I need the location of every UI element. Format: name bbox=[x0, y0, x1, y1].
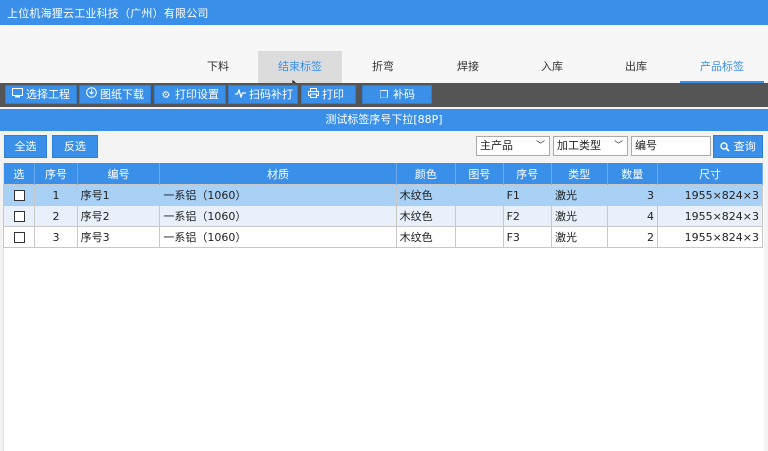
row-checkbox[interactable] bbox=[13, 232, 25, 243]
nav-bar: 下料 结束标签 折弯 焊接 入库 出库 产品标签 bbox=[0, 25, 768, 83]
col-drawing[interactable]: 图号 bbox=[455, 163, 504, 185]
cell-seq: 3 bbox=[34, 226, 78, 248]
query-label: 查询 bbox=[733, 140, 756, 153]
col-seq[interactable]: 序号 bbox=[34, 163, 78, 185]
scan-reprint-button[interactable]: 扫码补打 bbox=[228, 85, 298, 104]
code-search-input[interactable]: 编号 bbox=[631, 136, 711, 156]
tab-stock-in[interactable]: 入库 bbox=[524, 51, 580, 83]
code-search-placeholder: 编号 bbox=[635, 139, 657, 152]
tab-product-label[interactable]: 产品标签 bbox=[680, 51, 764, 83]
col-color[interactable]: 颜色 bbox=[396, 163, 457, 185]
chevron-down-icon: ﹀ bbox=[613, 141, 623, 151]
print-settings-button[interactable]: ⚙ 打印设置 bbox=[154, 85, 226, 104]
code-icon: ❐ bbox=[379, 90, 389, 101]
cell-size: 1955×824×3 bbox=[656, 184, 764, 206]
cell-color: 木纹色 bbox=[395, 184, 457, 206]
product-type-select[interactable]: 主产品 ﹀ bbox=[476, 136, 550, 156]
cell-qty: 2 bbox=[606, 226, 658, 248]
cell-seq: 2 bbox=[34, 205, 78, 227]
page-subtitle: 测试标签序号下拉[88P] bbox=[0, 109, 768, 131]
download-icon bbox=[84, 87, 98, 104]
print-settings-label: 打印设置 bbox=[175, 88, 219, 101]
tab-bending[interactable]: 折弯 bbox=[355, 51, 411, 83]
window-title: 上位机海狸云工业科技（广州）有限公司 bbox=[7, 7, 209, 20]
col-size[interactable]: 尺寸 bbox=[657, 163, 764, 185]
cell-no: F2 bbox=[502, 205, 553, 227]
cell-material: 一系铝（1060） bbox=[159, 205, 397, 227]
select-project-button[interactable]: 选择工程 bbox=[5, 85, 77, 104]
col-qty[interactable]: 数量 bbox=[607, 163, 658, 185]
tab-end-label[interactable]: 结束标签 bbox=[258, 51, 342, 83]
cell-material: 一系铝（1060） bbox=[159, 226, 397, 248]
filter-bar: 全选 反选 主产品 ﹀ 加工类型 ﹀ 编号 查询 bbox=[0, 131, 768, 161]
pulse-icon bbox=[233, 87, 247, 104]
cell-drawing bbox=[455, 205, 504, 227]
gear-icon: ⚙ bbox=[161, 90, 171, 101]
cell-no: F1 bbox=[502, 184, 553, 206]
reprint-code-label: 补码 bbox=[393, 88, 415, 101]
tab-cutting[interactable]: 下料 bbox=[190, 51, 246, 83]
tab-welding[interactable]: 焊接 bbox=[440, 51, 496, 83]
cell-size: 1955×824×3 bbox=[656, 226, 764, 248]
col-material[interactable]: 材质 bbox=[159, 163, 397, 185]
cell-color: 木纹色 bbox=[395, 205, 457, 227]
cell-material: 一系铝（1060） bbox=[159, 184, 397, 206]
toolbar: 选择工程 图纸下载 ⚙ 打印设置 扫码补打 打印 ❐ 补码 bbox=[0, 83, 768, 107]
search-icon bbox=[720, 140, 734, 153]
table-header: 选 序号 编号 材质 颜色 图号 序号 类型 数量 尺寸 bbox=[3, 163, 764, 185]
cell-size: 1955×824×3 bbox=[656, 205, 764, 227]
cell-code: 序号1 bbox=[76, 184, 161, 206]
process-type-select[interactable]: 加工类型 ﹀ bbox=[553, 136, 628, 156]
chevron-down-icon: ﹀ bbox=[535, 141, 545, 151]
scan-reprint-label: 扫码补打 bbox=[249, 88, 293, 101]
tab-stock-out[interactable]: 出库 bbox=[608, 51, 664, 83]
monitor-icon bbox=[10, 87, 24, 104]
process-type-value: 加工类型 bbox=[557, 139, 601, 152]
select-all-button[interactable]: 全选 bbox=[4, 135, 47, 158]
download-drawing-button[interactable]: 图纸下载 bbox=[79, 85, 151, 104]
query-button[interactable]: 查询 bbox=[713, 135, 763, 158]
cell-type: 激光 bbox=[551, 226, 608, 248]
invert-selection-button[interactable]: 反选 bbox=[52, 135, 98, 158]
col-code[interactable]: 编号 bbox=[77, 163, 161, 185]
cell-no: F3 bbox=[502, 226, 553, 248]
print-button[interactable]: 打印 bbox=[301, 85, 356, 104]
table-row[interactable]: 2 序号2 一系铝（1060） 木纹色 F2 激光 4 1955×824×3 bbox=[2, 205, 764, 227]
cell-type: 激光 bbox=[551, 205, 608, 227]
printer-icon bbox=[306, 87, 320, 104]
cell-drawing bbox=[455, 226, 504, 248]
col-no[interactable]: 序号 bbox=[503, 163, 553, 185]
cell-code: 序号3 bbox=[76, 226, 161, 248]
cell-seq: 1 bbox=[34, 184, 78, 206]
download-drawing-label: 图纸下载 bbox=[100, 88, 144, 101]
cell-type: 激光 bbox=[551, 184, 608, 206]
table-row[interactable]: 1 序号1 一系铝（1060） 木纹色 F1 激光 3 1955×824×3 bbox=[2, 184, 764, 206]
print-label: 打印 bbox=[322, 88, 344, 101]
col-type[interactable]: 类型 bbox=[551, 163, 608, 185]
col-select[interactable]: 选 bbox=[3, 163, 36, 185]
cell-qty: 4 bbox=[606, 205, 658, 227]
cell-code: 序号2 bbox=[76, 205, 161, 227]
row-checkbox[interactable] bbox=[13, 211, 25, 222]
table-row[interactable]: 3 序号3 一系铝（1060） 木纹色 F3 激光 2 1955×824×3 bbox=[2, 226, 764, 248]
cell-qty: 3 bbox=[606, 184, 658, 206]
label-table: 选 序号 编号 材质 颜色 图号 序号 类型 数量 尺寸 1 序号1 一系铝（1… bbox=[2, 163, 764, 248]
cell-color: 木纹色 bbox=[395, 226, 457, 248]
reprint-code-button[interactable]: ❐ 补码 bbox=[362, 85, 432, 104]
row-checkbox[interactable] bbox=[13, 190, 25, 201]
cell-drawing bbox=[455, 184, 504, 206]
product-type-value: 主产品 bbox=[480, 139, 513, 152]
select-project-label: 选择工程 bbox=[26, 88, 70, 101]
title-bar: 上位机海狸云工业科技（广州）有限公司 bbox=[0, 0, 768, 25]
